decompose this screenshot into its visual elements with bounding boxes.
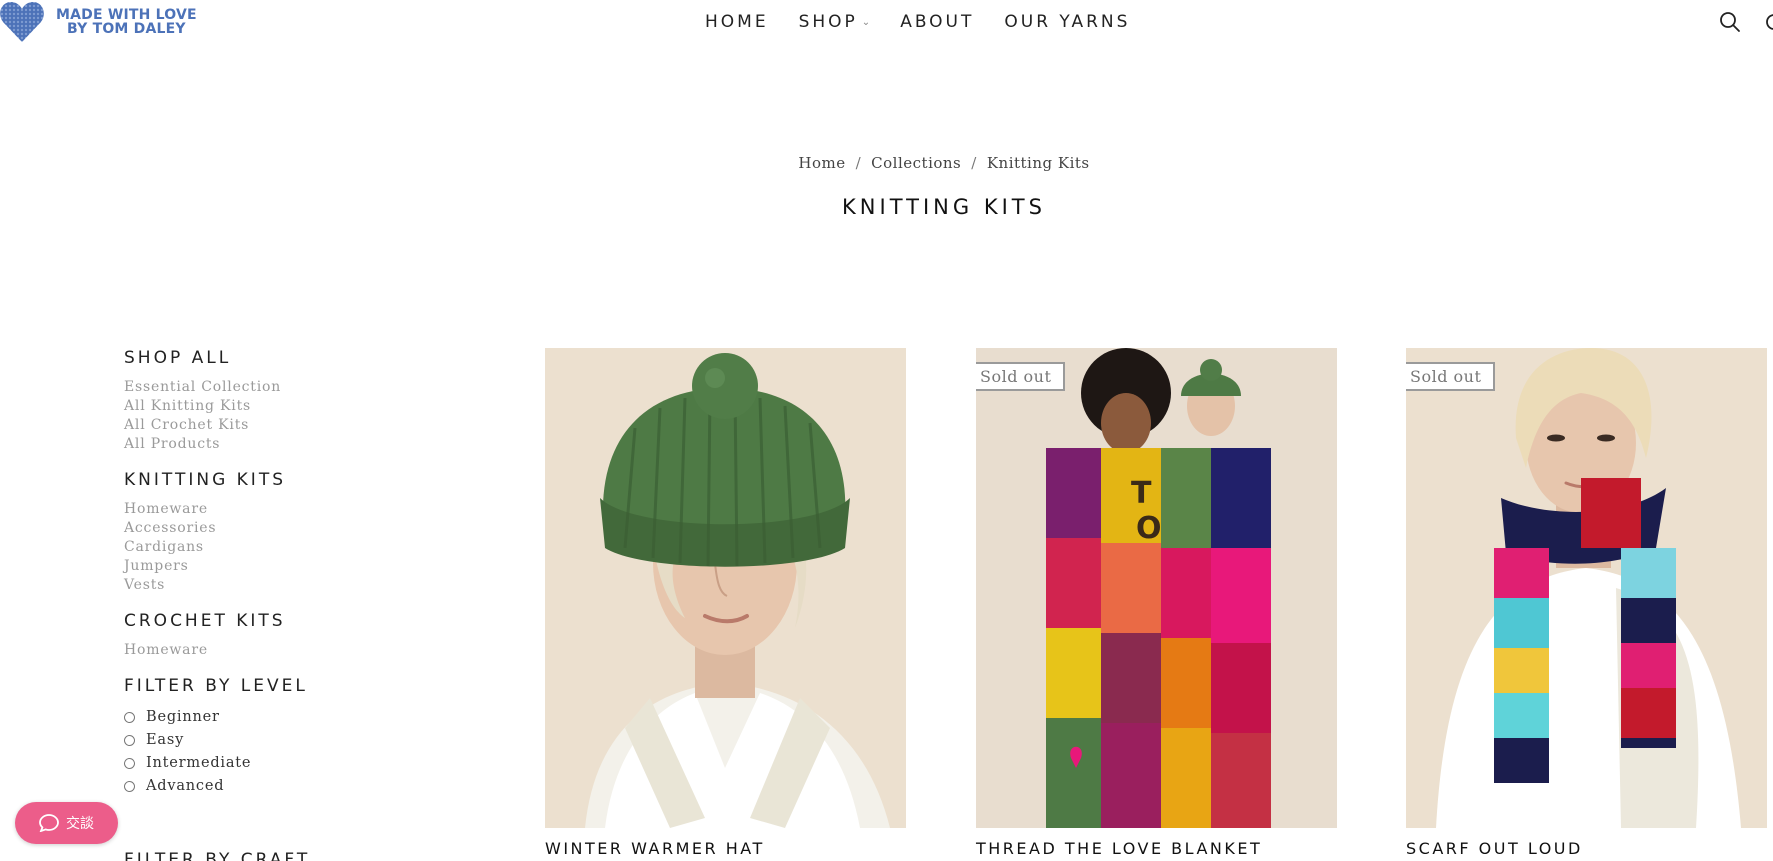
sold-out-badge: Sold out [1406,362,1496,391]
sidebar-heading-shop-all[interactable]: SHOP ALL [124,348,424,368]
product-image[interactable] [545,348,906,828]
sidebar-item-essential-collection[interactable]: Essential Collection [124,378,424,397]
nav-about-label: ABOUT [900,12,975,32]
radio-button[interactable] [124,758,135,769]
nav-our-yarns-label: OUR YARNS [1004,12,1131,32]
product-title[interactable]: THREAD THE LOVE BLANKET [976,839,1337,858]
sold-out-badge: Sold out [976,362,1066,391]
filter-level-heading: FILTER BY LEVEL [124,676,308,696]
breadcrumb: Home / Collections / Knitting Kits [0,154,1773,172]
product-card: WINTER WARMER HAT [545,348,906,858]
filter-level-list: Beginner Easy Intermediate Advanced [124,706,424,798]
sidebar-item-crochet-homeware[interactable]: Homeware [124,641,424,660]
sidebar-item-cardigans[interactable]: Cardigans [124,538,424,557]
product-image[interactable]: T O Sold out [976,348,1337,828]
breadcrumb-collections[interactable]: Collections [871,154,961,172]
nav-shop-label: SHOP [798,12,858,32]
filter-craft-heading: FILTER BY CRAFT [124,850,311,861]
nav-about[interactable]: ABOUT [900,12,974,32]
breadcrumb-home[interactable]: Home [798,154,845,172]
nav-home-label: HOME [705,12,769,32]
logo-text: MADE WITH LOVE BY TOM DALEY [56,8,197,36]
chat-button[interactable]: 交談 [15,802,118,844]
logo-line-2: BY TOM DALEY [67,21,186,37]
chat-bubble-icon [39,814,59,832]
page-title: KNITTING KITS [842,195,1046,219]
filter-option-label: Advanced [146,778,225,794]
nav-shop[interactable]: SHOP ⌄ [799,12,871,32]
sidebar-heading-knitting-kits[interactable]: KNITTING KITS [124,470,424,490]
sidebar-item-homeware[interactable]: Homeware [124,500,424,519]
nav-our-yarns[interactable]: OUR YARNS [1004,12,1130,32]
hat-model-photo [545,348,906,828]
chat-button-label: 交談 [66,816,94,832]
sidebar-heading-crochet-kits[interactable]: CROCHET KITS [124,611,424,631]
shop-all-list: Essential Collection All Knitting Kits A… [124,378,424,454]
breadcrumb-separator: / [855,154,862,172]
filter-option-easy[interactable]: Easy [124,729,424,752]
scarf-model-photo [1406,348,1767,828]
knitting-kits-list: Homeware Accessories Cardigans Jumpers V… [124,500,424,595]
filter-option-beginner[interactable]: Beginner [124,706,424,729]
sidebar-item-vests[interactable]: Vests [124,576,424,595]
radio-button[interactable] [124,712,135,723]
product-image[interactable]: Sold out [1406,348,1767,828]
sidebar-item-all-knitting-kits[interactable]: All Knitting Kits [124,397,424,416]
svg-text:O: O [1136,511,1162,546]
filter-option-label: Beginner [146,709,220,725]
breadcrumb-current: Knitting Kits [986,154,1090,172]
radio-button[interactable] [124,781,135,792]
radio-button[interactable] [124,735,135,746]
sidebar-item-all-crochet-kits[interactable]: All Crochet Kits [124,416,424,435]
product-title[interactable]: SCARF OUT LOUD [1406,839,1767,858]
cart-icon[interactable] [1764,11,1773,33]
svg-text:T: T [1131,476,1152,511]
product-card: T O Sold out THREAD THE LOVE BLANKET [976,348,1337,858]
filter-option-advanced[interactable]: Advanced [124,775,424,798]
brand-logo[interactable]: MADE WITH LOVE BY TOM DALEY [0,0,197,44]
collection-sidebar: SHOP ALL Essential Collection All Knitti… [124,348,424,798]
product-card: Sold out SCARF OUT LOUD [1406,348,1767,858]
filter-option-label: Easy [146,732,185,748]
nav-home[interactable]: HOME [705,12,769,32]
sidebar-item-accessories[interactable]: Accessories [124,519,424,538]
site-header: MADE WITH LOVE BY TOM DALEY HOME SHOP ⌄ A… [0,0,1773,48]
breadcrumb-separator: / [971,154,977,172]
logo-line-1: MADE WITH LOVE [56,7,197,23]
product-title[interactable]: WINTER WARMER HAT [545,839,906,858]
search-icon[interactable] [1718,10,1742,34]
filter-option-intermediate[interactable]: Intermediate [124,752,424,775]
blanket-models-photo: T O [976,348,1337,828]
sidebar-item-jumpers[interactable]: Jumpers [124,557,424,576]
heart-logo-icon [0,2,44,42]
main-nav: HOME SHOP ⌄ ABOUT OUR YARNS [705,12,1160,32]
sidebar-item-all-products[interactable]: All Products [124,435,424,454]
crochet-kits-list: Homeware [124,641,424,660]
chevron-down-icon: ⌄ [861,16,871,28]
filter-option-label: Intermediate [146,755,252,771]
